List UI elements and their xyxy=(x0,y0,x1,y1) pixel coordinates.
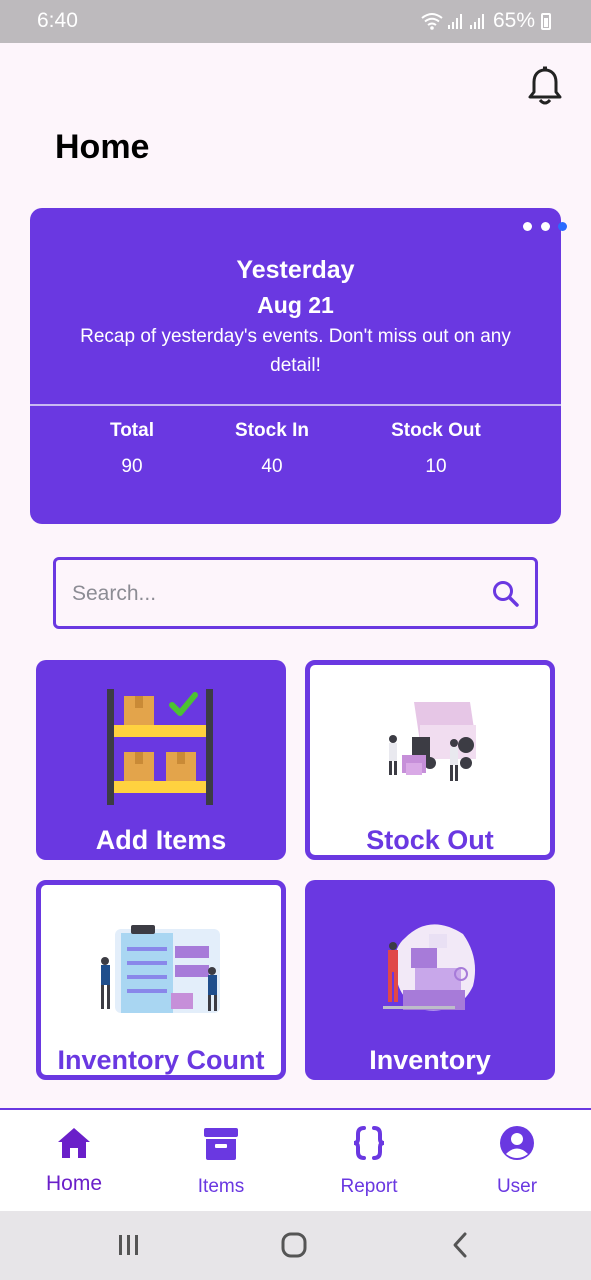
inventory-tile[interactable]: Inventory xyxy=(305,880,555,1080)
nav-label: Home xyxy=(45,1172,103,1195)
signal-icon xyxy=(447,14,462,29)
bottom-nav: Home Items Report User xyxy=(0,1108,591,1211)
search-box[interactable] xyxy=(53,557,538,629)
stat-label: Stock Out xyxy=(391,420,481,441)
delivery-truck-illustration xyxy=(389,702,476,781)
search-input[interactable] xyxy=(72,576,472,612)
stat-label: Stock In xyxy=(235,420,309,441)
stock-out-tile[interactable]: Stock Out xyxy=(305,660,555,860)
archive-box-icon xyxy=(204,1128,238,1160)
system-nav-bar xyxy=(0,1211,591,1280)
wifi-icon xyxy=(421,13,443,30)
shelf-boxes-icon xyxy=(107,689,213,805)
recap-description: Recap of yesterday's events. Don't miss … xyxy=(80,326,511,376)
back-icon[interactable] xyxy=(440,1229,480,1261)
tile-label: Add Items xyxy=(95,825,227,855)
nav-item-home[interactable]: Home xyxy=(19,1110,129,1213)
tile-label: Inventory xyxy=(369,1045,491,1075)
stat-total: Total 90 xyxy=(92,420,172,478)
stat-value: 10 xyxy=(425,456,447,477)
page-title: Home xyxy=(55,128,150,166)
carousel-dot[interactable] xyxy=(523,222,533,231)
tile-label: Stock Out xyxy=(366,825,494,855)
recap-date: Aug 21 xyxy=(257,292,334,318)
nav-label: User xyxy=(496,1176,538,1197)
status-time: 6:40 xyxy=(37,9,78,32)
status-indicators: 65% xyxy=(421,9,551,33)
inventory-count-tile[interactable]: Inventory Count xyxy=(36,880,286,1080)
status-bar: 6:40 65% xyxy=(0,0,591,43)
bell-icon[interactable] xyxy=(527,66,563,106)
add-items-tile[interactable]: Add Items xyxy=(36,660,286,860)
battery-percent: 65% xyxy=(492,9,535,32)
stat-label: Total xyxy=(110,420,154,441)
clipboard-checklist-illustration xyxy=(101,925,220,1013)
nav-item-report[interactable]: Report xyxy=(314,1110,424,1213)
recap-divider xyxy=(30,404,561,406)
tile-label: Inventory Count xyxy=(57,1045,265,1075)
carousel-dot-active[interactable] xyxy=(558,222,567,231)
stat-stock-out: Stock Out 10 xyxy=(376,420,496,478)
recent-apps-icon[interactable] xyxy=(108,1229,148,1261)
home-circle-icon[interactable] xyxy=(274,1229,314,1261)
battery-icon xyxy=(541,12,551,30)
stat-value: 90 xyxy=(121,456,143,477)
inventory-boxes-illustration xyxy=(383,924,476,1011)
stat-value: 40 xyxy=(261,456,283,477)
braces-icon xyxy=(353,1126,385,1160)
home-icon xyxy=(58,1128,90,1158)
nav-item-user[interactable]: User xyxy=(462,1110,572,1213)
stat-stock-in: Stock In 40 xyxy=(222,420,322,478)
user-circle-icon xyxy=(500,1126,534,1160)
nav-label: Items xyxy=(197,1176,245,1197)
carousel-indicator xyxy=(519,218,567,236)
nav-item-items[interactable]: Items xyxy=(166,1110,276,1213)
carousel-dot[interactable] xyxy=(540,222,550,231)
recap-title: Yesterday xyxy=(236,256,355,284)
signal-icon xyxy=(469,14,484,29)
nav-label: Report xyxy=(340,1176,398,1197)
search-icon[interactable] xyxy=(490,578,522,610)
